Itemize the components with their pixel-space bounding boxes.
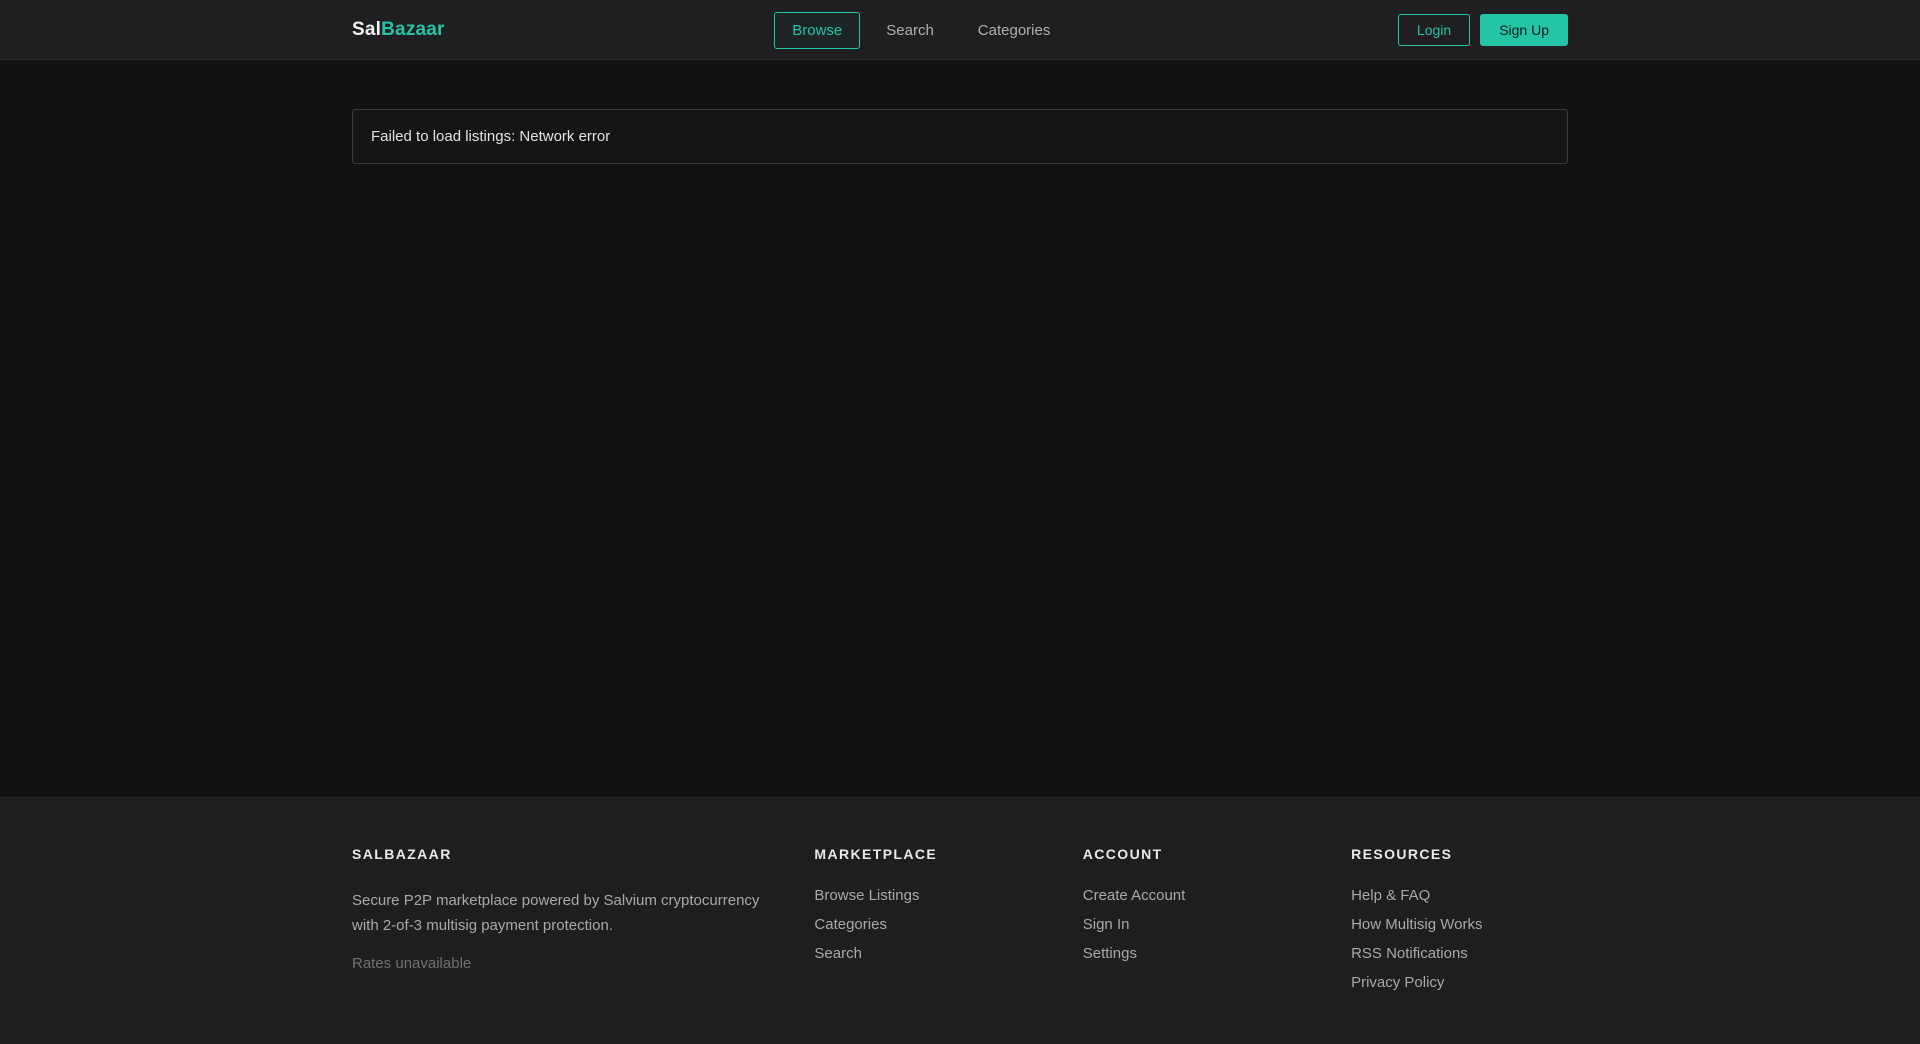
footer-account-heading: ACCOUNT [1083, 846, 1311, 862]
main-content: Failed to load listings: Network error [0, 60, 1920, 797]
nav-item-search[interactable]: Search [868, 12, 952, 49]
footer-about-column: SALBAZAAR Secure P2P marketplace powered… [352, 846, 774, 1004]
footer-link-help-faq[interactable]: Help & FAQ [1351, 888, 1430, 903]
signup-button[interactable]: Sign Up [1480, 14, 1568, 46]
brand-logo-accent: Bazaar [381, 19, 445, 40]
footer-link-sign-in[interactable]: Sign In [1083, 917, 1130, 932]
auth-buttons: Login Sign Up [1398, 14, 1568, 46]
nav-item-categories[interactable]: Categories [960, 12, 1069, 49]
footer-link-search[interactable]: Search [814, 946, 862, 961]
footer-account-column: ACCOUNT Create Account Sign In Settings [1083, 846, 1311, 1004]
footer-link-privacy-policy[interactable]: Privacy Policy [1351, 975, 1444, 990]
nav-item-browse[interactable]: Browse [774, 12, 860, 49]
footer-link-categories[interactable]: Categories [814, 917, 887, 932]
footer-marketplace-heading: MARKETPLACE [814, 846, 1042, 862]
footer-link-how-multisig-works[interactable]: How Multisig Works [1351, 917, 1482, 932]
error-message: Failed to load listings: Network error [371, 128, 610, 145]
main-nav: Browse Search Categories [774, 12, 1068, 49]
login-button[interactable]: Login [1398, 14, 1470, 46]
header: SalBazaar Browse Search Categories Login… [0, 0, 1920, 60]
footer-link-rss-notifications[interactable]: RSS Notifications [1351, 946, 1468, 961]
footer-link-browse-listings[interactable]: Browse Listings [814, 888, 919, 903]
brand-logo-primary: Sal [352, 19, 381, 40]
footer-resources-heading: RESOURCES [1351, 846, 1568, 862]
footer-link-settings[interactable]: Settings [1083, 946, 1137, 961]
footer: SALBAZAAR Secure P2P marketplace powered… [0, 797, 1920, 1044]
error-banner: Failed to load listings: Network error [352, 109, 1568, 164]
footer-about-heading: SALBAZAAR [352, 846, 774, 862]
rates-status: Rates unavailable [352, 955, 774, 972]
footer-link-create-account[interactable]: Create Account [1083, 888, 1186, 903]
footer-marketplace-column: MARKETPLACE Browse Listings Categories S… [814, 846, 1042, 1004]
footer-resources-column: RESOURCES Help & FAQ How Multisig Works … [1351, 846, 1568, 1004]
footer-about-description: Secure P2P marketplace powered by Salviu… [352, 888, 774, 938]
brand-logo[interactable]: SalBazaar [352, 19, 445, 41]
